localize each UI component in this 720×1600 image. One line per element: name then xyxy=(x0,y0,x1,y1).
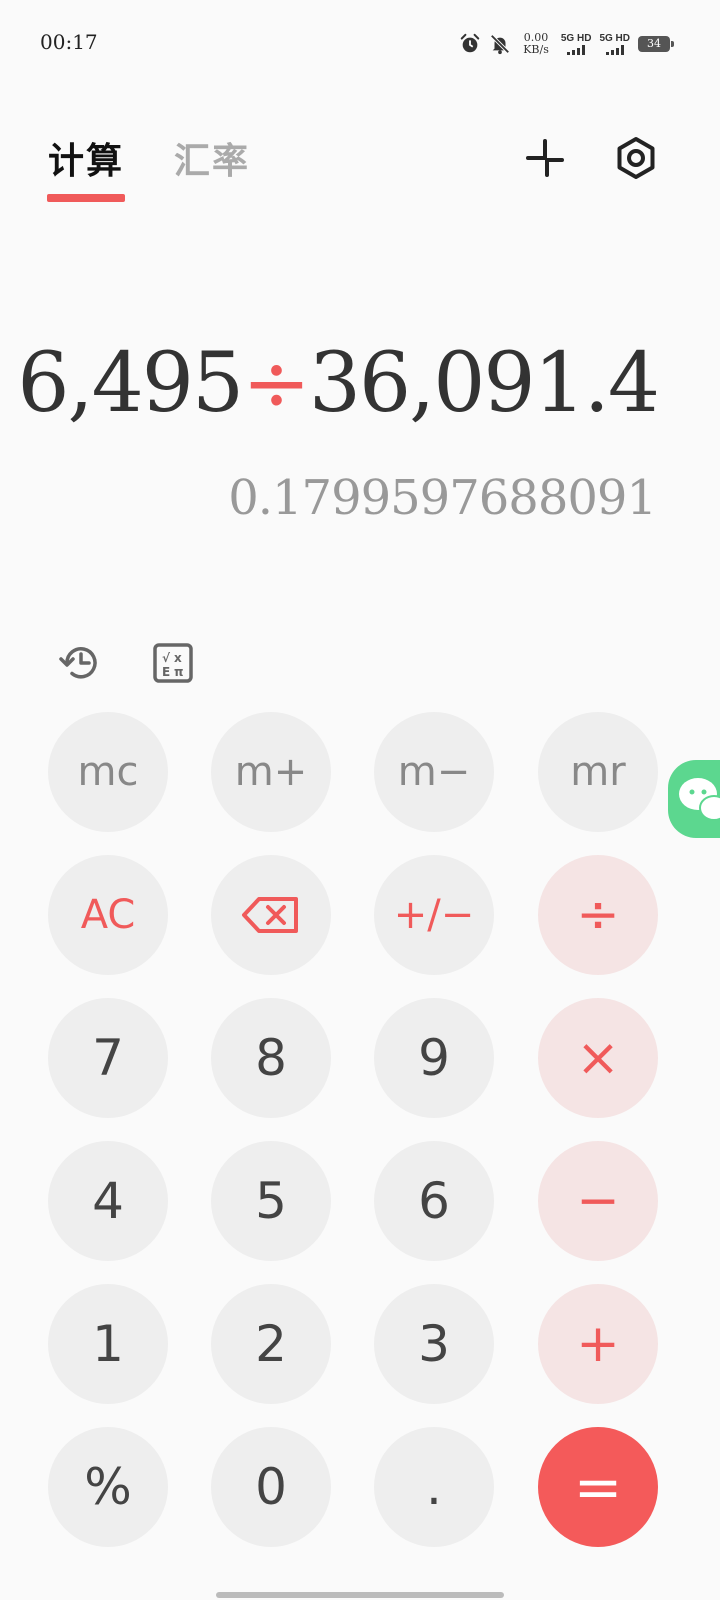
divide-button[interactable]: ÷ xyxy=(538,855,658,975)
digit-5-button[interactable]: 5 xyxy=(211,1141,331,1261)
digit-4-button[interactable]: 4 xyxy=(48,1141,168,1261)
status-bar: 00:17 0.00 KB/s 5G HD 5G HD 34 xyxy=(0,0,720,90)
digit-2-button[interactable]: 2 xyxy=(211,1284,331,1404)
decimal-point-button[interactable]: . xyxy=(374,1427,494,1547)
battery-icon: 34 xyxy=(638,36,674,52)
sign-toggle-button[interactable]: +/− xyxy=(374,855,494,975)
add-button[interactable]: + xyxy=(538,1284,658,1404)
tab-calculator-label: 计算 xyxy=(48,140,125,182)
status-icons: 0.00 KB/s 5G HD 5G HD 34 xyxy=(459,32,674,56)
memory-add-button[interactable]: m+ xyxy=(211,712,331,832)
signal-bars-icon xyxy=(567,45,586,55)
active-tab-indicator xyxy=(47,194,126,202)
mute-bell-icon xyxy=(490,34,510,55)
net-speed-unit: KB/s xyxy=(523,43,549,56)
status-time: 00:17 xyxy=(40,30,98,54)
alarm-icon xyxy=(460,33,480,53)
tab-calculator[interactable]: 计算 xyxy=(47,132,126,202)
wechat-bubble-icon xyxy=(679,778,720,821)
memory-recall-button[interactable]: mr xyxy=(538,712,658,832)
all-clear-button[interactable]: AC xyxy=(48,855,168,975)
sim1-label: 5G HD xyxy=(560,33,592,44)
net-speed: 0.00 KB/s xyxy=(523,32,549,56)
equals-button[interactable]: = xyxy=(538,1427,658,1547)
floating-chat-bubble[interactable] xyxy=(668,760,720,838)
tab-exchange-rate[interactable]: 汇率 xyxy=(174,132,250,184)
digit-3-button[interactable]: 3 xyxy=(374,1284,494,1404)
scientific-mode-icon[interactable]: √ x E π xyxy=(150,640,196,686)
history-icon[interactable] xyxy=(58,640,104,686)
svg-text:√: √ xyxy=(162,651,171,665)
expression-operator: ÷ xyxy=(242,336,311,431)
digit-6-button[interactable]: 6 xyxy=(374,1141,494,1261)
expression-display: 6,495÷36,091.4 xyxy=(17,336,660,431)
backspace-icon xyxy=(242,897,298,933)
operand-1: 6,495 xyxy=(17,336,244,431)
mode-tabs: 计算 汇率 xyxy=(47,132,250,202)
operand-2: 36,091.4 xyxy=(308,336,660,431)
memory-subtract-button[interactable]: m− xyxy=(374,712,494,832)
sim1-signal: 5G HD xyxy=(560,33,592,55)
settings-icon[interactable] xyxy=(614,136,658,180)
sim2-label: 5G HD xyxy=(599,33,630,44)
digit-0-button[interactable]: 0 xyxy=(211,1427,331,1547)
digit-8-button[interactable]: 8 xyxy=(211,998,331,1118)
signal-bars-icon xyxy=(605,45,624,55)
memory-clear-button[interactable]: mc xyxy=(48,712,168,832)
svg-text:E: E xyxy=(162,665,170,679)
digit-1-button[interactable]: 1 xyxy=(48,1284,168,1404)
backspace-button[interactable] xyxy=(211,855,331,975)
multiply-button[interactable]: × xyxy=(538,998,658,1118)
home-indicator[interactable] xyxy=(216,1592,504,1598)
digit-9-button[interactable]: 9 xyxy=(374,998,494,1118)
svg-text:x: x xyxy=(174,651,182,665)
percent-button[interactable]: % xyxy=(48,1427,168,1547)
tab-exchange-rate-label: 汇率 xyxy=(174,140,251,182)
svg-text:π: π xyxy=(174,665,184,679)
result-display: 0.1799597688091 xyxy=(228,470,657,526)
subtract-button[interactable]: − xyxy=(538,1141,658,1261)
digit-7-button[interactable]: 7 xyxy=(48,998,168,1118)
collapse-icon[interactable] xyxy=(523,136,567,180)
sim2-signal: 5G HD xyxy=(599,33,630,55)
